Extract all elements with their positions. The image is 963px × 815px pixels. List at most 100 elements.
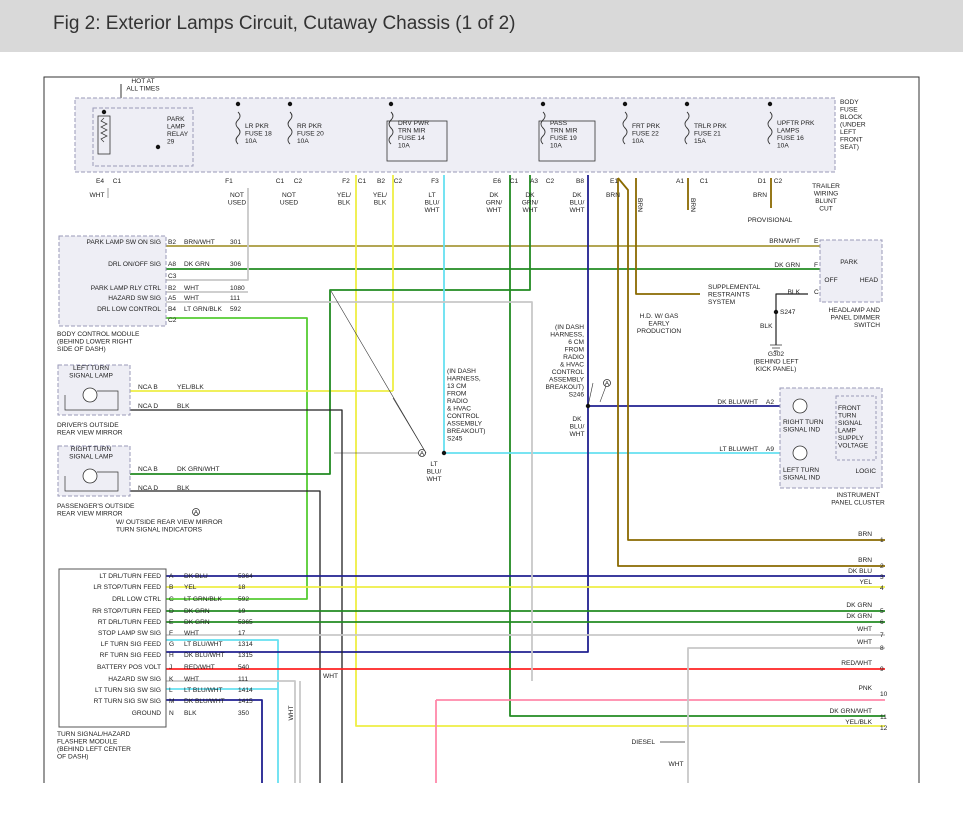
bcm-circuit-number: 1080 bbox=[230, 285, 245, 292]
fuse-label: 10A bbox=[245, 138, 257, 145]
fuse-bus-dot bbox=[287, 101, 293, 107]
headlamp-switch-caption: HEADLAMP AND bbox=[828, 307, 880, 314]
output-wire-label: YEL bbox=[860, 579, 873, 586]
fuse-label: TRLR PRK bbox=[694, 123, 727, 130]
relay-terminal bbox=[101, 109, 107, 115]
flasher-wire-label: WHT bbox=[184, 676, 199, 683]
fuse-wire-label: BRN bbox=[606, 192, 620, 199]
flasher-wht-vertical: WHT bbox=[288, 705, 295, 720]
flasher-wire-label: BLK bbox=[184, 710, 197, 717]
flasher-wire-label: YEL bbox=[184, 584, 197, 591]
bcm-circuit-number: 301 bbox=[230, 239, 241, 246]
flasher-signal-label: HAZARD SW SIG bbox=[108, 676, 161, 683]
s247-label: S247 bbox=[780, 309, 796, 316]
flasher-pin-label: A bbox=[169, 573, 174, 580]
s246-note: BREAKOUT) bbox=[546, 384, 584, 391]
fuse-bus-dot bbox=[684, 101, 690, 107]
cluster-pin-a2: A2 bbox=[766, 399, 774, 406]
fuse-wire-label: YEL/ bbox=[373, 192, 387, 199]
s246-wire-label: DK bbox=[572, 416, 582, 423]
bcm-pin-label: A5 bbox=[168, 295, 176, 302]
vertical-wire-label: BRN bbox=[689, 198, 696, 212]
output-pin-number: 7 bbox=[880, 632, 884, 639]
fuse-wire-label: WHT bbox=[424, 207, 439, 214]
mirror-wire-label: YEL/BLK bbox=[177, 384, 204, 391]
mirror-pin-label: NCA B bbox=[138, 466, 158, 473]
fuse-label: FUSE 21 bbox=[694, 131, 721, 138]
fuse-label: FUSE 20 bbox=[297, 131, 324, 138]
trailer-wiring-label: BLUNT bbox=[815, 198, 837, 205]
flasher-signal-label: RR STOP/TURN FEED bbox=[92, 608, 161, 615]
passengers-mirror-caption: REAR VIEW MIRROR bbox=[57, 511, 123, 518]
output-pin-number: 11 bbox=[880, 714, 887, 721]
flasher-circuit-number: 592 bbox=[238, 596, 249, 603]
fuse-label: 10A bbox=[398, 143, 410, 150]
switch-wire-label: BRN/WHT bbox=[769, 238, 800, 245]
s246-note: CONTROL bbox=[552, 369, 585, 376]
s246-note: RADIO bbox=[563, 354, 584, 361]
fuse-pin-label: C2 bbox=[394, 178, 403, 185]
bcm-circuit-number: 592 bbox=[230, 306, 241, 313]
flasher-circuit-number: 1315 bbox=[238, 652, 253, 659]
headlamp-switch-caption: PANEL DIMMER bbox=[831, 315, 881, 322]
fuse-pin-label: C1 bbox=[276, 178, 285, 185]
output-pin-number: 9 bbox=[880, 666, 884, 673]
output-pin-number: 3 bbox=[880, 574, 884, 581]
body-fuse-block-label: (UNDER bbox=[840, 122, 866, 129]
mirror-wire-label: BLK bbox=[177, 485, 190, 492]
flasher-circuit-number: 540 bbox=[238, 664, 249, 671]
output-pin-number: 1 bbox=[880, 537, 884, 544]
s245-note: RADIO bbox=[447, 398, 468, 405]
fuse-label: 10A bbox=[550, 143, 562, 150]
diesel-label: DIESEL bbox=[632, 739, 656, 746]
flasher-wire-label: WHT bbox=[184, 630, 199, 637]
fuse-pin-label: C2 bbox=[546, 178, 555, 185]
fuse-label: LR PKR bbox=[245, 123, 269, 130]
s245-wire-label: LT bbox=[430, 461, 437, 468]
body-fuse-block-label: LEFT bbox=[840, 129, 856, 136]
front-turn-supply-label: VOLTAGE bbox=[838, 443, 869, 450]
s245-note: BREAKOUT) bbox=[447, 428, 485, 435]
fuse-wire-label: WHT bbox=[569, 207, 584, 214]
flasher-signal-label: GROUND bbox=[132, 710, 162, 717]
flasher-pin-label: N bbox=[169, 710, 174, 717]
hd-gas-label: EARLY bbox=[648, 321, 670, 328]
switch-wire-label: DK GRN bbox=[774, 262, 800, 269]
switch-park-label: PARK bbox=[840, 259, 858, 266]
fuse-pin-label: C2 bbox=[294, 178, 303, 185]
flasher-wire-label: LT BLU/WHT bbox=[184, 687, 223, 694]
s246-note: (IN DASH bbox=[555, 324, 584, 331]
bcm-circuit-number: 111 bbox=[230, 295, 240, 302]
bcm-caption: SIDE OF DASH) bbox=[57, 346, 106, 353]
fuse-pin-label: E1 bbox=[610, 178, 618, 185]
fuse-wire-label: NOT bbox=[230, 192, 244, 199]
fuse-label: DRV PWR bbox=[398, 120, 429, 127]
fuse-pin-label: C1 bbox=[113, 178, 122, 185]
output-pin-number: 6 bbox=[880, 619, 884, 626]
fuse-label: RR PKR bbox=[297, 123, 322, 130]
flasher-pin-label: G bbox=[169, 641, 174, 648]
flasher-circuit-number: 350 bbox=[238, 710, 249, 717]
mirror-pin-label: NCA D bbox=[138, 403, 158, 410]
mirror-pin-label: NCA B bbox=[138, 384, 158, 391]
flasher-pin-label: B bbox=[169, 584, 174, 591]
flasher-pin-label: J bbox=[169, 664, 172, 671]
marker-a-label: A bbox=[605, 381, 610, 388]
fuse-wire-label: DK bbox=[525, 192, 535, 199]
fuse-pin-label: F2 bbox=[342, 178, 350, 185]
flasher-pin-label: D bbox=[169, 608, 174, 615]
wiring-diagram: HOT ATALL TIMESPARKLAMPRELAY29BODYFUSEBL… bbox=[43, 76, 920, 783]
fuse-wire-label: WHT bbox=[486, 207, 501, 214]
right-turn-ind-label: RIGHT TURN bbox=[783, 419, 824, 426]
switch-pin-label: F bbox=[814, 262, 818, 269]
switch-wire-label: BLK bbox=[788, 289, 801, 296]
flasher-signal-label: LT DRL/TURN FEED bbox=[99, 573, 161, 580]
flasher-signal-label: STOP LAMP SW SIG bbox=[98, 630, 161, 637]
marker-a-label: A bbox=[420, 451, 425, 458]
flasher-signal-label: LF TURN SIG FEED bbox=[101, 641, 162, 648]
bcm-pin-label: A8 bbox=[168, 261, 176, 268]
g302-label: (BEHIND LEFT bbox=[753, 359, 798, 366]
output-wire-label: RED/WHT bbox=[841, 660, 872, 667]
bcm-signal-label: DRL LOW CONTROL bbox=[97, 306, 161, 313]
right-turn-lamp-label: RIGHT TURN bbox=[71, 446, 112, 453]
